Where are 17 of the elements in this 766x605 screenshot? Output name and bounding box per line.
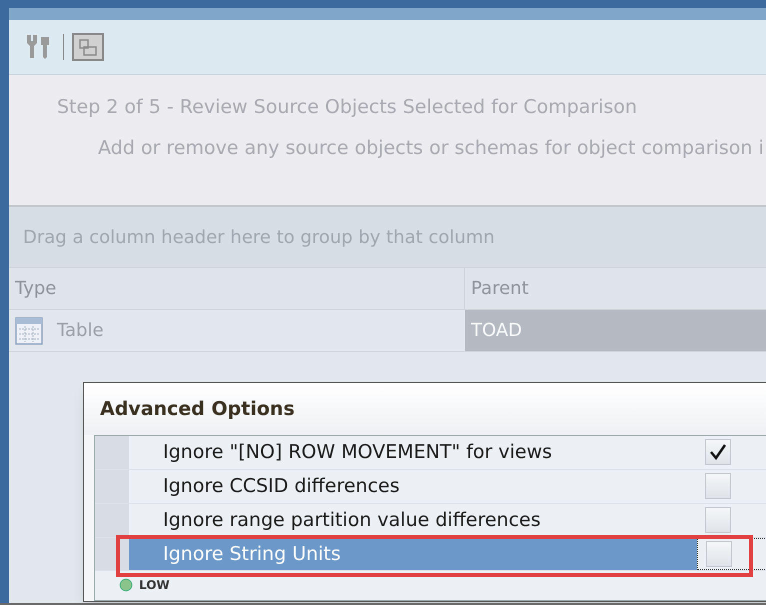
- step-description: Add or remove any source objects or schemas for object comparison i: [97, 136, 765, 160]
- step-title: Step 2 of 5 - Review Source Objects Selected for Comparison: [56, 95, 638, 120]
- schema-icon[interactable]: [72, 31, 104, 63]
- group-label: LOW: [139, 578, 170, 592]
- option-checkbox[interactable]: [706, 541, 732, 567]
- option-row[interactable]: Ignore "[NO] ROW MOVEMENT" for views: [129, 436, 697, 469]
- option-checkbox[interactable]: [705, 439, 731, 466]
- dialog-title: Advanced Options: [84, 383, 766, 435]
- option-checkbox[interactable]: [705, 473, 731, 500]
- option-row[interactable]: Ignore CCSID differences: [129, 470, 697, 503]
- option-checkbox[interactable]: [705, 507, 731, 534]
- table-cell: TOAD: [465, 310, 766, 351]
- group-hint: Drag a column header here to group by that column: [23, 226, 495, 250]
- option-row[interactable]: Ignore range partition value differences: [129, 504, 697, 537]
- table-icon: [15, 316, 43, 344]
- table-cell-text: Table: [57, 319, 104, 343]
- checkmark-icon: [709, 443, 727, 462]
